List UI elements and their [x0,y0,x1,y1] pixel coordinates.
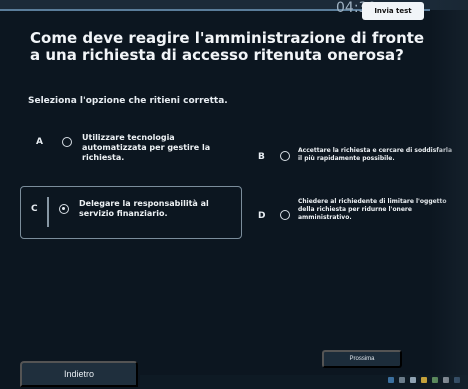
back-button[interactable]: Indietro [20,361,138,387]
option-text: Delegare la responsabilità al servizio f… [79,199,209,218]
radio-button[interactable] [62,137,72,147]
option-text: Utilizzare tecnologia automatizzata per … [82,133,211,162]
next-button[interactable]: Prossima [322,350,402,368]
tray-icon[interactable] [388,377,394,383]
option-d[interactable]: D Chiedere al richiedente di limitare l'… [250,190,458,238]
radio-button[interactable] [280,151,290,161]
radio-button-selected[interactable] [59,204,69,214]
divider [47,197,49,227]
option-a[interactable]: A Utilizzare tecnologia automatizzata pe… [20,122,245,170]
option-letter: C [31,204,38,214]
option-c[interactable]: C Delegare la responsabilità al servizio… [20,186,242,239]
tray-icon[interactable] [421,377,427,383]
option-letter: A [36,137,43,147]
option-letter: D [258,211,266,221]
instruction-text: Seleziona l'opzione che ritieni corretta… [28,96,228,106]
question-text: Come deve reagire l'amministrazione di f… [30,29,425,64]
option-b[interactable]: B Accettare la richiesta e cercare di so… [250,135,458,183]
tray-icon[interactable] [399,377,405,383]
tray-icon[interactable] [410,377,416,383]
screen-edge [430,0,468,389]
option-letter: B [258,152,265,162]
radio-button[interactable] [280,210,290,220]
submit-test-button[interactable]: Invia test [362,2,424,20]
